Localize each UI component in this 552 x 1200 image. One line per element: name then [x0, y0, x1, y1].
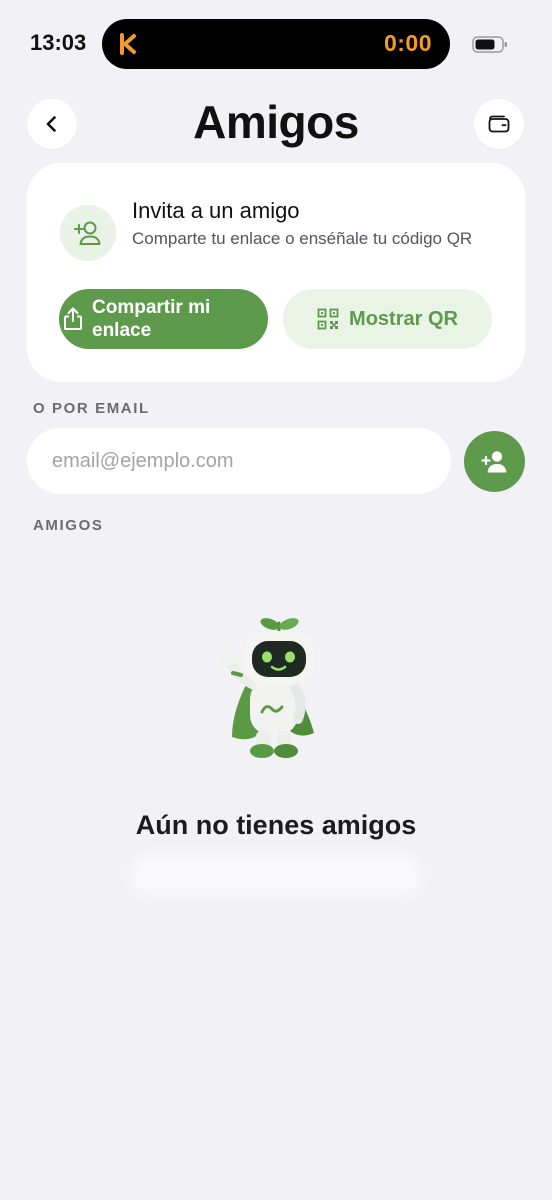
share-link-button[interactable]: Compartir mi enlace [59, 289, 268, 349]
wallet-button[interactable] [474, 99, 524, 149]
show-qr-button[interactable]: Mostrar QR [283, 289, 492, 349]
wallet-icon [488, 115, 510, 133]
share-icon [64, 307, 82, 330]
empty-state-title: Aún no tienes amigos [135, 810, 417, 840]
friends-screen: 13:03 0:00 Amigos Invita a un amigo Comp… [0, 0, 552, 1200]
share-link-label: Compartir mi enlace [92, 297, 211, 341]
show-qr-label: Mostrar QR [349, 307, 458, 330]
email-section-label: O POR EMAIL [33, 400, 150, 417]
invite-subtitle: Comparte tu enlace o enséñale tu código … [132, 229, 473, 248]
activity-timer: 0:00 [383, 30, 432, 56]
invite-title: Invita a un amigo [132, 198, 300, 223]
friends-section-label: AMIGOS [33, 517, 104, 534]
page-title: Amigos [193, 96, 359, 148]
add-person-avatar [60, 205, 116, 261]
add-friend-button[interactable] [464, 431, 525, 492]
email-input[interactable] [27, 428, 451, 494]
status-time: 13:03 [30, 30, 87, 55]
qr-code-icon [317, 308, 339, 330]
person-add-icon [480, 450, 506, 472]
invite-card: Invita a un amigo Comparte tu enlace o e… [27, 163, 525, 382]
robot-mascot-illustration [220, 618, 314, 758]
app-logo-icon [120, 33, 136, 55]
empty-state-subtitle-placeholder [130, 852, 422, 896]
dynamic-island[interactable]: 0:00 [102, 19, 450, 69]
battery-icon [472, 36, 507, 53]
person-add-outline-icon [74, 221, 101, 245]
